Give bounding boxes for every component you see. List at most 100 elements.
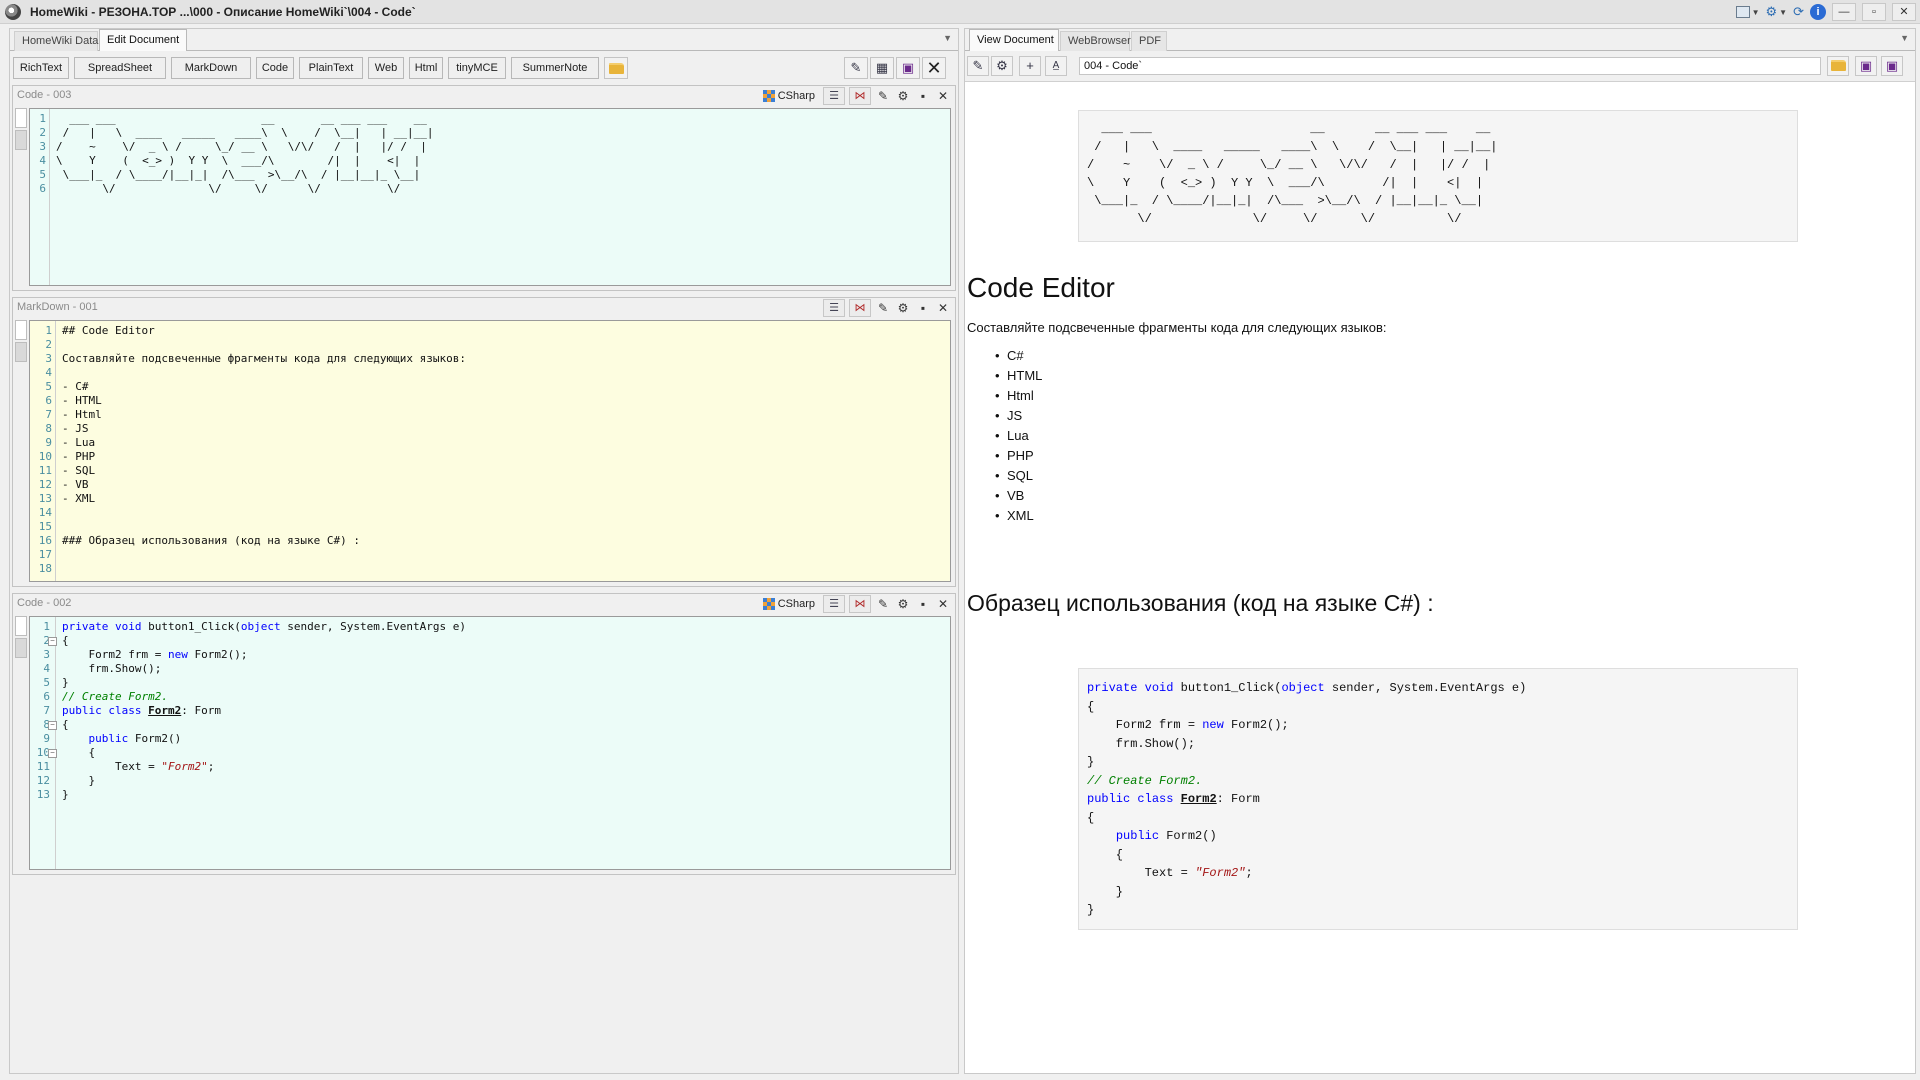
tab-webbrowser[interactable]: WebBrowser xyxy=(1060,31,1131,51)
edit-icon[interactable]: ✎ xyxy=(967,56,989,76)
richtext-button[interactable]: RichText xyxy=(13,57,69,79)
code-token: class xyxy=(108,704,142,717)
chart-icon[interactable] xyxy=(1735,6,1750,18)
block-title: Code - 002 xyxy=(17,597,72,609)
maximize-icon[interactable]: ▪ xyxy=(915,87,931,105)
settings-icon[interactable]: ⚙ xyxy=(895,595,911,613)
chevron-down-icon[interactable]: ▼ xyxy=(1752,8,1760,17)
spreadsheet-button[interactable]: SpreadSheet xyxy=(74,57,166,79)
list-icon[interactable]: ☰ xyxy=(823,595,845,613)
edit-icon[interactable]: ✎ xyxy=(875,87,891,105)
chevron-down-icon[interactable]: ▼ xyxy=(943,33,952,43)
language-label: CSharp xyxy=(777,90,815,102)
language-label: CSharp xyxy=(777,598,815,610)
summernote-button[interactable]: SummerNote xyxy=(511,57,599,79)
folder-icon[interactable] xyxy=(604,57,628,79)
document-path-input[interactable] xyxy=(1079,57,1821,75)
code-token: ; xyxy=(207,760,215,773)
fold-toggle[interactable]: − xyxy=(48,749,57,758)
chevron-down-icon[interactable]: ▼ xyxy=(1900,33,1909,43)
fold-toggle[interactable]: − xyxy=(48,637,57,646)
save-icon[interactable]: ▣ xyxy=(1855,56,1877,76)
tinymce-button[interactable]: tinyMCE xyxy=(448,57,506,79)
new-document-icon[interactable]: ✎ xyxy=(844,57,868,79)
settings-icon[interactable]: ⚙ xyxy=(895,299,911,317)
screenshot-icon[interactable]: ▦ xyxy=(870,57,894,79)
code-token: class xyxy=(1137,792,1174,806)
line-marker[interactable] xyxy=(15,638,27,658)
settings-icon[interactable]: ⚙ xyxy=(991,56,1013,76)
maximize-button[interactable]: ▫ xyxy=(1862,3,1886,21)
edit-icon[interactable]: ✎ xyxy=(875,595,891,613)
html-button[interactable]: Html xyxy=(409,57,443,79)
close-icon[interactable]: ✕ xyxy=(935,595,951,613)
web-button[interactable]: Web xyxy=(368,57,404,79)
settings-icon[interactable]: ⚙ xyxy=(1766,2,1778,22)
doc-intro: Составляйте подсвеченные фрагменты кода … xyxy=(967,320,1387,335)
tab-edit-document[interactable]: Edit Document xyxy=(99,29,187,51)
chart-icon[interactable]: ⋈ xyxy=(849,595,871,613)
info-icon[interactable]: i xyxy=(1810,4,1826,20)
code-token: sender, System.EventArgs e) xyxy=(280,620,467,633)
maximize-icon[interactable]: ▪ xyxy=(915,299,931,317)
code-token: { xyxy=(1087,810,1095,825)
save-as-icon[interactable]: ▣ xyxy=(1881,56,1903,76)
code-token: public xyxy=(88,732,129,745)
code-token: "Form2" xyxy=(161,760,208,773)
list-icon[interactable]: ☰ xyxy=(823,299,845,317)
line-marker[interactable] xyxy=(15,108,27,128)
code-token: button1_Click( xyxy=(1173,681,1282,695)
close-icon[interactable]: ✕ xyxy=(935,299,951,317)
tab-homewiki-data[interactable]: HomeWiki Data xyxy=(14,31,98,51)
markdown-editor-001[interactable]: 1 2 3 4 5 6 7 8 9 10 11 12 13 14 15 16 1… xyxy=(29,320,951,582)
code-editor-002[interactable]: 1 2 3 4 5 6 7 8 9 10 11 12 13 − − − priv… xyxy=(29,616,951,870)
code-token: private xyxy=(1087,681,1138,695)
list-item: Html xyxy=(995,386,1042,406)
language-selector[interactable]: CSharp xyxy=(762,90,815,102)
rendered-code-block: private void button1_Click(object sender… xyxy=(1078,668,1798,930)
maximize-icon[interactable]: ▪ xyxy=(915,595,931,613)
line-marker[interactable] xyxy=(15,616,27,636)
edit-panel: HomeWiki Data Edit Document ▼ RichText S… xyxy=(9,28,959,1074)
list-item: HTML xyxy=(995,366,1043,386)
plaintext-button[interactable]: PlainText xyxy=(299,57,363,79)
markdown-button[interactable]: MarkDown xyxy=(171,57,251,79)
list-icon[interactable]: ☰ xyxy=(823,87,845,105)
text-format-icon[interactable]: A̲ xyxy=(1045,56,1067,76)
language-selector[interactable]: CSharp xyxy=(762,598,815,610)
chart-icon[interactable]: ⋈ xyxy=(849,299,871,317)
code-block-003: Code - 003 CSharp ☰ ⋈ ✎ ⚙ ▪ ✕ 1 2 3 4 5 … xyxy=(12,85,956,291)
tab-view-document[interactable]: View Document xyxy=(969,29,1059,51)
left-tabstrip: HomeWiki Data Edit Document ▼ xyxy=(10,29,958,51)
line-marker[interactable] xyxy=(15,342,27,362)
tab-pdf[interactable]: PDF xyxy=(1131,31,1167,51)
add-icon[interactable]: + xyxy=(1019,56,1041,76)
line-marker[interactable] xyxy=(15,320,27,340)
code-token: Form2 frm = xyxy=(62,648,168,661)
minimize-button[interactable]: — xyxy=(1832,3,1856,21)
chevron-down-icon[interactable]: ▼ xyxy=(1779,8,1787,17)
code-button[interactable]: Code xyxy=(256,57,294,79)
chart-icon[interactable]: ⋈ xyxy=(849,87,871,105)
folder-icon[interactable] xyxy=(1827,56,1849,76)
refresh-icon[interactable]: ⟳ xyxy=(1793,2,1804,22)
list-item: Lua xyxy=(995,426,1042,446)
rendered-document[interactable]: ___ ___ __ __ ___ ___ __ / | \ ____ ____… xyxy=(965,81,1915,1073)
code-token: frm.Show(); xyxy=(62,662,162,675)
close-document-icon[interactable]: ✕ xyxy=(922,57,946,79)
code-token: } xyxy=(1087,755,1095,769)
line-gutter: 1 2 3 4 5 6 7 8 9 10 11 12 13 14 15 16 1… xyxy=(30,321,56,581)
line-marker[interactable] xyxy=(15,130,27,150)
save-icon[interactable]: ▣ xyxy=(896,57,920,79)
list-item: SQL xyxy=(995,466,1042,486)
close-icon[interactable]: ✕ xyxy=(935,87,951,105)
settings-icon[interactable]: ⚙ xyxy=(895,87,911,105)
code-token: } xyxy=(62,774,96,787)
edit-icon[interactable]: ✎ xyxy=(875,299,891,317)
fold-toggle[interactable]: − xyxy=(48,721,57,730)
close-button[interactable]: ✕ xyxy=(1892,3,1916,21)
code-token: public xyxy=(1087,792,1131,806)
code-editor-003[interactable]: 1 2 3 4 5 6 ___ ___ __ __ ___ ___ __ / |… xyxy=(29,108,951,286)
list-item: PHP xyxy=(995,446,1042,466)
